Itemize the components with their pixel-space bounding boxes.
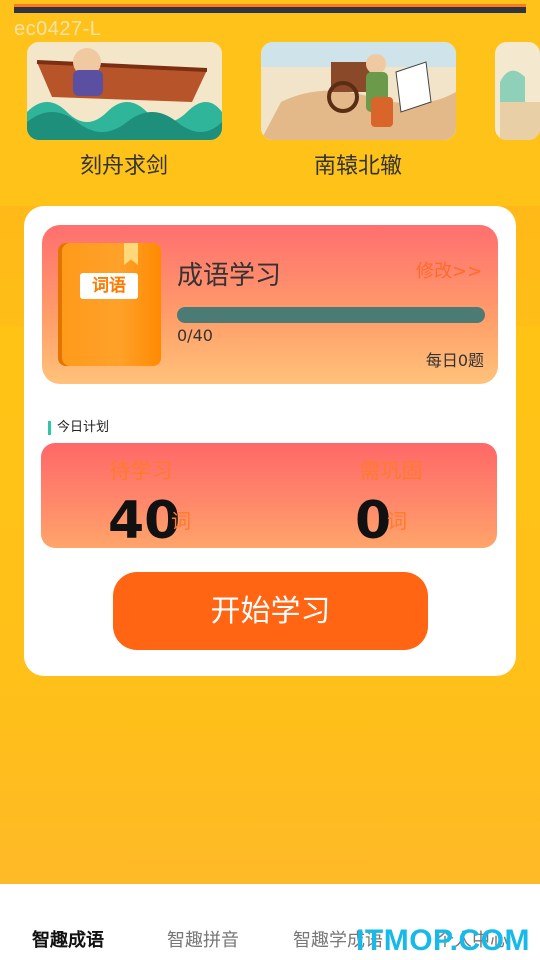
tab-pinyin[interactable]: 智趣拼音 bbox=[167, 926, 239, 952]
to-review-column: 需巩固 bbox=[291, 455, 491, 485]
tab-idiom[interactable]: 智趣成语 bbox=[32, 926, 104, 952]
daily-count: 每日0题 bbox=[425, 351, 484, 370]
brand-watermark: ITMOP.COM bbox=[356, 924, 530, 957]
partial-illustration-icon bbox=[495, 42, 540, 140]
top-status-bar bbox=[14, 4, 526, 13]
book-icon: 词语 bbox=[58, 243, 161, 366]
progress-bar bbox=[177, 307, 485, 323]
carriage-illustration-icon bbox=[261, 42, 456, 140]
story-label-1[interactable]: 刻舟求剑 bbox=[24, 148, 224, 180]
plan-label: 今日计划 bbox=[48, 421, 109, 435]
to-learn-column: 待学习 bbox=[41, 455, 241, 485]
to-review-label: 需巩固 bbox=[359, 459, 423, 483]
book-tag: 词语 bbox=[80, 273, 138, 299]
story-card-3[interactable] bbox=[495, 42, 540, 140]
study-title: 成语学习 bbox=[177, 261, 282, 291]
story-card-1[interactable] bbox=[27, 42, 222, 140]
ribbon-icon bbox=[124, 243, 138, 265]
story-label-2[interactable]: 南辕北辙 bbox=[258, 148, 458, 180]
to-learn-label: 待学习 bbox=[109, 459, 173, 483]
to-review-unit: 词 bbox=[387, 509, 407, 533]
watermark-text: ec0427-L bbox=[14, 18, 102, 40]
start-learning-button[interactable]: 开始学习 bbox=[113, 572, 428, 650]
main-card: 词语 成语学习 修改>> 0/40 每日0题 今日计划 待学习 40 词 需巩固… bbox=[24, 206, 516, 676]
plan-card: 待学习 40 词 需巩固 0 词 bbox=[41, 443, 497, 548]
progress-text: 0/40 bbox=[177, 326, 213, 345]
boat-illustration-icon bbox=[27, 42, 222, 140]
to-learn-value: 40 bbox=[108, 491, 181, 551]
edit-link[interactable]: 修改>> bbox=[416, 257, 482, 283]
to-learn-unit: 词 bbox=[171, 509, 191, 533]
study-card[interactable]: 词语 成语学习 修改>> 0/40 每日0题 bbox=[42, 225, 498, 384]
story-card-2[interactable] bbox=[261, 42, 456, 140]
to-review-value: 0 bbox=[355, 491, 392, 551]
